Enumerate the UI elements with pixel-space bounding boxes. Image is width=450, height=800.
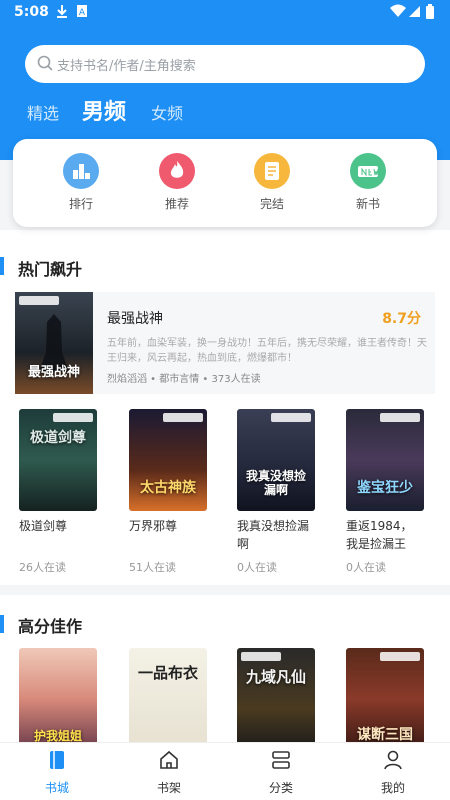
tab-featured[interactable]: 精选 (27, 100, 59, 124)
notification-icon: A (76, 4, 88, 22)
book-card[interactable]: 一品布衣 (129, 648, 207, 750)
publisher-badge (53, 413, 93, 422)
book-card[interactable]: 极道剑尊 极道剑尊 26人在读 (19, 409, 97, 575)
header: 5:08 A 支持书名/作者/主角搜索 精选 男频 女频 (0, 0, 450, 160)
book-title: 极道剑尊 (19, 519, 68, 533)
cover-title-art: 我真没想捡漏啊 (245, 469, 306, 497)
nav-label: 分类 (268, 781, 293, 795)
book-title: 我真没想捡漏啊 (237, 519, 310, 551)
featured-title: 最强战神 (107, 311, 163, 327)
category-label: 新书 (355, 197, 380, 211)
channel-tabs: 精选 男频 女频 (0, 92, 450, 126)
bookshelf-icon (158, 750, 180, 775)
book-card[interactable]: 鉴宝狂少 重返1984，我是捡漏王 0人在读 (346, 409, 424, 575)
book-card[interactable]: 谋断三国 (346, 648, 424, 750)
book-card[interactable]: 护我姐姐 (19, 648, 97, 750)
book-cover: 最强战神 (15, 292, 93, 394)
book-card[interactable]: 太古神族 万界邪尊 51人在读 (129, 409, 207, 575)
book-title: 重返1984，我是捡漏王 (346, 519, 413, 551)
category-new[interactable]: 新书 (338, 153, 398, 212)
publisher-badge (271, 413, 311, 422)
hot-section-title: 热门飙升 (18, 260, 83, 279)
publisher-badge (241, 652, 281, 661)
profile-icon (382, 750, 404, 775)
book-title: 万界邪尊 (129, 519, 178, 533)
search-placeholder: 支持书名/作者/主角搜索 (57, 59, 196, 74)
bottom-nav: 书城 书架 分类 我的 (0, 742, 450, 800)
book-readers: 0人在读 (346, 561, 386, 574)
nav-bookstore[interactable]: 书城 (27, 749, 87, 796)
nav-label: 书城 (44, 781, 69, 795)
featured-book[interactable]: 最强战神 最强战神 8.7分 五年前，血染军装，换一身战功！五年后，携无尽荣耀，… (15, 292, 435, 394)
publisher-badge (380, 652, 420, 661)
featured-description: 五年前，血染军装，换一身战功！五年后，携无尽荣耀，谁王者传奇！天王归来，风云再起… (107, 338, 427, 364)
category-label: 推荐 (164, 197, 189, 211)
wifi-icon (390, 4, 406, 22)
featured-meta: 烈焰滔滔 • 都市言情 • 373人在读 (107, 374, 261, 385)
cover-title-art: 太古神族 (140, 480, 196, 496)
book-cover: 九域凡仙 (237, 648, 315, 750)
featured-score: 8.7分 (382, 311, 421, 327)
book-readers: 51人在读 (129, 561, 176, 574)
publisher-badge (380, 413, 420, 422)
tab-female[interactable]: 女频 (151, 100, 183, 124)
book-card[interactable]: 九域凡仙 (237, 648, 315, 750)
tab-male[interactable]: 男频 (82, 94, 126, 126)
book-cover: 护我姐姐 (19, 648, 97, 750)
category-completed[interactable]: 完结 (242, 153, 302, 212)
signal-icon (409, 4, 421, 22)
book-cover: 我真没想捡漏啊 (237, 409, 315, 511)
book-cover: 谋断三国 (346, 648, 424, 750)
book-cover: 鉴宝狂少 (346, 409, 424, 511)
ranking-icon (63, 153, 99, 189)
category-label: 排行 (68, 197, 93, 211)
publisher-badge (163, 413, 203, 422)
category-bar: 排行 推荐 完结 新书 (13, 139, 437, 227)
nav-label: 书架 (156, 781, 181, 795)
bookstore-icon (46, 751, 68, 775)
cover-title-art: 九域凡仙 (245, 668, 306, 686)
battery-icon (426, 4, 434, 23)
nav-label: 我的 (380, 781, 405, 795)
nav-category[interactable]: 分类 (251, 749, 311, 796)
cover-title-art: 最强战神 (27, 365, 80, 380)
new-book-icon (350, 153, 386, 189)
section-accent-bar (0, 257, 4, 275)
download-icon (56, 4, 68, 22)
book-cover: 一品布衣 (129, 648, 207, 750)
book-readers: 26人在读 (19, 561, 66, 574)
category-label: 完结 (259, 197, 284, 211)
category-ranking[interactable]: 排行 (51, 153, 111, 212)
category-recommend[interactable]: 推荐 (147, 153, 207, 212)
cover-title-art: 一品布衣 (137, 664, 198, 682)
document-icon (254, 153, 290, 189)
status-time: 5:08 (14, 4, 49, 20)
search-input[interactable]: 支持书名/作者/主角搜索 (25, 45, 425, 83)
book-readers: 0人在读 (237, 561, 277, 574)
category-icon (270, 751, 292, 775)
book-cover: 太古神族 (129, 409, 207, 511)
nav-profile[interactable]: 我的 (363, 749, 423, 796)
status-bar: 5:08 A (0, 0, 450, 26)
cover-title-art: 鉴宝狂少 (357, 480, 413, 496)
cover-title-art: 谋断三国 (357, 727, 413, 743)
book-card[interactable]: 我真没想捡漏啊 我真没想捡漏啊 0人在读 (237, 409, 315, 575)
cover-title-art: 极道剑尊 (30, 430, 86, 446)
flame-icon (159, 153, 195, 189)
section-accent-bar (0, 615, 4, 633)
book-cover: 极道剑尊 (19, 409, 97, 511)
nav-bookshelf[interactable]: 书架 (139, 749, 199, 796)
svg-text:A: A (79, 8, 86, 18)
search-icon (37, 55, 53, 75)
high-score-section-title: 高分佳作 (18, 617, 83, 636)
